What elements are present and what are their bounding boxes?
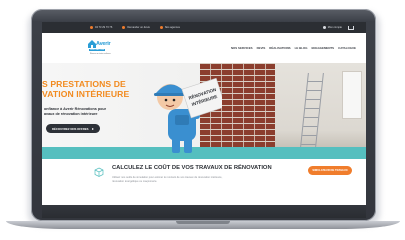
cube-icon <box>94 167 104 177</box>
phone-icon <box>90 26 93 29</box>
topbar-phone[interactable]: 04 73 29 73 76 <box>90 26 112 29</box>
topbar-phone-label: 04 73 29 73 76 <box>95 26 113 29</box>
cart-icon[interactable] <box>348 25 354 30</box>
discover-offers-label: DÉCOUVREZ NOS OFFRES <box>52 126 89 131</box>
calculator-desc-line2: rénovation énergétique ou maçonnerie. <box>112 179 158 183</box>
nav-item-realisations[interactable]: RÉALISATIONS <box>269 46 290 50</box>
user-icon <box>322 26 326 29</box>
nav-item-catalogue[interactable]: CATALOGUE <box>338 46 356 50</box>
calculator-title: CALCULEZ LE COÛT DE VOS TRAVAUX DE RÉNOV… <box>112 165 272 171</box>
nav-item-blog[interactable]: LE BLOG <box>295 46 308 50</box>
hero-banner: S PRESTATIONS DE VATION INTÉRIEURE onfia… <box>42 63 366 159</box>
location-icon <box>159 26 163 29</box>
footer-strip <box>42 205 366 218</box>
account-label: Mon compte <box>327 26 342 29</box>
discover-offers-button[interactable]: DÉCOUVREZ NOS OFFRES <box>46 124 100 133</box>
worker-mascot: RÉNOVATION INTÉRIEURE <box>154 77 222 153</box>
calendar-icon <box>122 26 126 29</box>
logo-subtitle: RÉNOVATIONS <box>89 49 106 51</box>
main-nav: NOS SERVICES DEVIS RÉALISATIONS LE BLOG … <box>231 46 356 50</box>
hero-text-line2: avaux de rénovation intérieure <box>44 112 98 116</box>
hero-title-line2: VATION INTÉRIEURE <box>42 89 130 99</box>
hero-text: onfiance à Averir Rénovations pour avaux… <box>44 107 124 117</box>
nav-item-devis[interactable]: DEVIS <box>257 46 266 50</box>
hero-title-line1: S PRESTATIONS DE <box>42 79 126 89</box>
topbar-quote[interactable]: Demander un devis <box>122 26 150 29</box>
logo-tagline: Rénover en toute confiance <box>90 53 111 55</box>
logo[interactable]: Averir RÉNOVATIONS Rénover en toute conf… <box>87 39 119 57</box>
arrow-right-icon <box>91 127 94 130</box>
site-header: Averir RÉNOVATIONS Rénover en toute conf… <box>42 33 366 64</box>
top-bar: 04 73 29 73 76 Demander un devis Nos age… <box>42 22 366 33</box>
account-link[interactable]: Mon compte <box>322 26 342 29</box>
window-image <box>342 71 362 119</box>
nav-item-engagements[interactable]: ENGAGEMENTS <box>311 46 334 50</box>
logo-text: Averir <box>96 41 111 47</box>
laptop-notch <box>176 221 230 224</box>
hero-title: S PRESTATIONS DE VATION INTÉRIEURE <box>42 79 129 99</box>
topbar-agencies[interactable]: Nos agences <box>159 26 180 29</box>
calculator-section: CALCULEZ LE COÛT DE VOS TRAVAUX DE RÉNOV… <box>42 159 366 205</box>
laptop-screen: 04 73 29 73 76 Demander un devis Nos age… <box>42 22 366 218</box>
nav-item-services[interactable]: NOS SERVICES <box>231 46 253 50</box>
topbar-quote-label: Demander un devis <box>127 26 150 29</box>
simulator-button[interactable]: SIMULATEUR DE TRAVAUX <box>308 166 352 175</box>
calculator-description: Utilisez nos outils de simulation pour e… <box>112 176 272 183</box>
topbar-agencies-label: Nos agences <box>164 26 180 29</box>
